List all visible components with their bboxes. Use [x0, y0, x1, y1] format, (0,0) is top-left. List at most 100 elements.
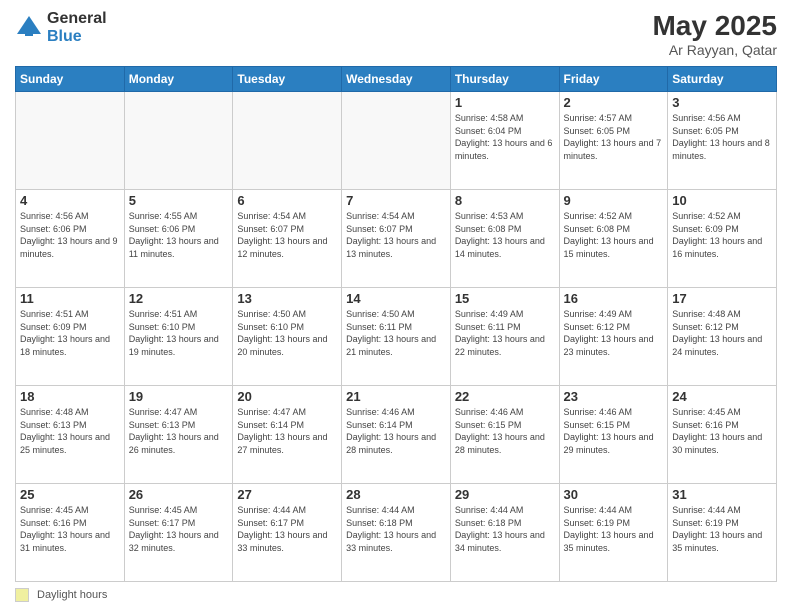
- day-info: Sunrise: 4:47 AM Sunset: 6:14 PM Dayligh…: [237, 406, 337, 456]
- day-info: Sunrise: 4:50 AM Sunset: 6:10 PM Dayligh…: [237, 308, 337, 358]
- day-info: Sunrise: 4:44 AM Sunset: 6:19 PM Dayligh…: [672, 504, 772, 554]
- day-info: Sunrise: 4:46 AM Sunset: 6:15 PM Dayligh…: [564, 406, 664, 456]
- calendar-cell: 18 Sunrise: 4:48 AM Sunset: 6:13 PM Dayli…: [16, 386, 125, 484]
- logo-blue-text: Blue: [47, 28, 107, 46]
- calendar-cell: 31Sunrise: 4:44 AM Sunset: 6:19 PM Dayli…: [668, 484, 777, 582]
- calendar-cell: 21Sunrise: 4:46 AM Sunset: 6:14 PM Dayli…: [342, 386, 451, 484]
- calendar-header-tuesday: Tuesday: [233, 67, 342, 92]
- day-info: Sunrise: 4:52 AM Sunset: 6:08 PM Dayligh…: [564, 210, 664, 260]
- day-info: Sunrise: 4:49 AM Sunset: 6:12 PM Dayligh…: [564, 308, 664, 358]
- day-info: Sunrise: 4:47 AM Sunset: 6:13 PM Dayligh…: [129, 406, 229, 456]
- legend-label: Daylight hours: [37, 589, 107, 601]
- header: General Blue May 2025 Ar Rayyan, Qatar: [15, 10, 777, 58]
- calendar-cell: 12Sunrise: 4:51 AM Sunset: 6:10 PM Dayli…: [124, 288, 233, 386]
- calendar-cell: 3Sunrise: 4:56 AM Sunset: 6:05 PM Daylig…: [668, 92, 777, 190]
- day-info: Sunrise: 4:58 AM Sunset: 6:04 PM Dayligh…: [455, 112, 555, 162]
- day-number: 17: [672, 291, 772, 306]
- calendar-cell: 30 Sunrise: 4:44 AM Sunset: 6:19 PM Dayli…: [559, 484, 668, 582]
- calendar-header-monday: Monday: [124, 67, 233, 92]
- day-number: 22: [455, 389, 555, 404]
- day-number: 4: [20, 193, 120, 208]
- calendar-cell: 8Sunrise: 4:53 AM Sunset: 6:08 PM Daylig…: [450, 190, 559, 288]
- calendar-week-4: 25Sunrise: 4:45 AM Sunset: 6:16 PM Dayli…: [16, 484, 777, 582]
- calendar-header-sunday: Sunday: [16, 67, 125, 92]
- calendar-cell: 15 Sunrise: 4:49 AM Sunset: 6:11 PM Dayli…: [450, 288, 559, 386]
- day-info: Sunrise: 4:46 AM Sunset: 6:15 PM Dayligh…: [455, 406, 555, 456]
- day-number: 15: [455, 291, 555, 306]
- day-info: Sunrise: 4:44 AM Sunset: 6:17 PM Dayligh…: [237, 504, 337, 554]
- day-info: Sunrise: 4:45 AM Sunset: 6:16 PM Dayligh…: [20, 504, 120, 554]
- day-info: Sunrise: 4:45 AM Sunset: 6:16 PM Dayligh…: [672, 406, 772, 456]
- day-info: Sunrise: 4:54 AM Sunset: 6:07 PM Dayligh…: [237, 210, 337, 260]
- day-info: Sunrise: 4:46 AM Sunset: 6:14 PM Dayligh…: [346, 406, 446, 456]
- calendar-cell: 29 Sunrise: 4:44 AM Sunset: 6:18 PM Dayli…: [450, 484, 559, 582]
- calendar-header-friday: Friday: [559, 67, 668, 92]
- day-info: Sunrise: 4:56 AM Sunset: 6:06 PM Dayligh…: [20, 210, 120, 260]
- day-number: 30: [564, 487, 664, 502]
- day-number: 26: [129, 487, 229, 502]
- calendar-cell: 9 Sunrise: 4:52 AM Sunset: 6:08 PM Daylig…: [559, 190, 668, 288]
- calendar-cell: 24Sunrise: 4:45 AM Sunset: 6:16 PM Dayli…: [668, 386, 777, 484]
- calendar-cell: 13 Sunrise: 4:50 AM Sunset: 6:10 PM Dayli…: [233, 288, 342, 386]
- day-info: Sunrise: 4:55 AM Sunset: 6:06 PM Dayligh…: [129, 210, 229, 260]
- day-info: Sunrise: 4:48 AM Sunset: 6:13 PM Dayligh…: [20, 406, 120, 456]
- day-info: Sunrise: 4:48 AM Sunset: 6:12 PM Dayligh…: [672, 308, 772, 358]
- calendar-week-1: 4 Sunrise: 4:56 AM Sunset: 6:06 PM Daylig…: [16, 190, 777, 288]
- calendar-header-saturday: Saturday: [668, 67, 777, 92]
- day-number: 29: [455, 487, 555, 502]
- calendar-cell: 26Sunrise: 4:45 AM Sunset: 6:17 PM Dayli…: [124, 484, 233, 582]
- day-info: Sunrise: 4:56 AM Sunset: 6:05 PM Dayligh…: [672, 112, 772, 162]
- day-number: 9: [564, 193, 664, 208]
- day-number: 12: [129, 291, 229, 306]
- title-block: May 2025 Ar Rayyan, Qatar: [652, 10, 777, 58]
- calendar-cell: 5Sunrise: 4:55 AM Sunset: 6:06 PM Daylig…: [124, 190, 233, 288]
- day-number: 18: [20, 389, 120, 404]
- day-number: 28: [346, 487, 446, 502]
- day-number: 19: [129, 389, 229, 404]
- day-info: Sunrise: 4:53 AM Sunset: 6:08 PM Dayligh…: [455, 210, 555, 260]
- day-info: Sunrise: 4:54 AM Sunset: 6:07 PM Dayligh…: [346, 210, 446, 260]
- calendar-cell: 2 Sunrise: 4:57 AM Sunset: 6:05 PM Daylig…: [559, 92, 668, 190]
- day-number: 2: [564, 95, 664, 110]
- calendar-header-thursday: Thursday: [450, 67, 559, 92]
- calendar-cell: [342, 92, 451, 190]
- calendar-header-wednesday: Wednesday: [342, 67, 451, 92]
- calendar-cell: 10Sunrise: 4:52 AM Sunset: 6:09 PM Dayli…: [668, 190, 777, 288]
- day-info: Sunrise: 4:44 AM Sunset: 6:19 PM Dayligh…: [564, 504, 664, 554]
- calendar-cell: 14 Sunrise: 4:50 AM Sunset: 6:11 PM Dayli…: [342, 288, 451, 386]
- day-number: 13: [237, 291, 337, 306]
- calendar-cell: 27Sunrise: 4:44 AM Sunset: 6:17 PM Dayli…: [233, 484, 342, 582]
- calendar-header-row: SundayMondayTuesdayWednesdayThursdayFrid…: [16, 67, 777, 92]
- day-info: Sunrise: 4:49 AM Sunset: 6:11 PM Dayligh…: [455, 308, 555, 358]
- calendar-cell: [233, 92, 342, 190]
- calendar-cell: 20Sunrise: 4:47 AM Sunset: 6:14 PM Dayli…: [233, 386, 342, 484]
- subtitle: Ar Rayyan, Qatar: [652, 42, 777, 58]
- calendar-cell: 16 Sunrise: 4:49 AM Sunset: 6:12 PM Dayli…: [559, 288, 668, 386]
- day-info: Sunrise: 4:44 AM Sunset: 6:18 PM Dayligh…: [346, 504, 446, 554]
- main-title: May 2025: [652, 10, 777, 42]
- calendar-cell: [124, 92, 233, 190]
- day-number: 16: [564, 291, 664, 306]
- calendar-cell: 23Sunrise: 4:46 AM Sunset: 6:15 PM Dayli…: [559, 386, 668, 484]
- day-number: 6: [237, 193, 337, 208]
- day-info: Sunrise: 4:51 AM Sunset: 6:09 PM Dayligh…: [20, 308, 120, 358]
- day-info: Sunrise: 4:44 AM Sunset: 6:18 PM Dayligh…: [455, 504, 555, 554]
- calendar-cell: 4 Sunrise: 4:56 AM Sunset: 6:06 PM Daylig…: [16, 190, 125, 288]
- day-number: 14: [346, 291, 446, 306]
- calendar-week-2: 11Sunrise: 4:51 AM Sunset: 6:09 PM Dayli…: [16, 288, 777, 386]
- day-number: 1: [455, 95, 555, 110]
- logo-text: General Blue: [47, 10, 107, 45]
- day-info: Sunrise: 4:50 AM Sunset: 6:11 PM Dayligh…: [346, 308, 446, 358]
- calendar-week-3: 18 Sunrise: 4:48 AM Sunset: 6:13 PM Dayli…: [16, 386, 777, 484]
- day-number: 7: [346, 193, 446, 208]
- calendar-cell: 19 Sunrise: 4:47 AM Sunset: 6:13 PM Dayli…: [124, 386, 233, 484]
- day-info: Sunrise: 4:57 AM Sunset: 6:05 PM Dayligh…: [564, 112, 664, 162]
- calendar-cell: [16, 92, 125, 190]
- footer: Daylight hours: [15, 588, 777, 602]
- legend-box: [15, 588, 29, 602]
- calendar-cell: 1 Sunrise: 4:58 AM Sunset: 6:04 PM Daylig…: [450, 92, 559, 190]
- page: General Blue May 2025 Ar Rayyan, Qatar S…: [0, 0, 792, 612]
- logo-general-text: General: [47, 10, 107, 28]
- calendar-cell: 22 Sunrise: 4:46 AM Sunset: 6:15 PM Dayli…: [450, 386, 559, 484]
- calendar-cell: 28 Sunrise: 4:44 AM Sunset: 6:18 PM Dayli…: [342, 484, 451, 582]
